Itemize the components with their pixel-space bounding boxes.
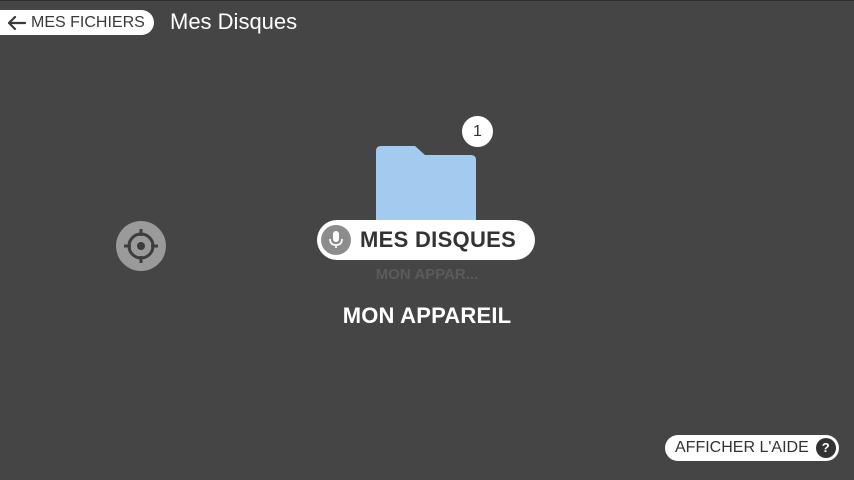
- faded-item-label: MON APPAR...: [375, 266, 479, 283]
- folder-icon[interactable]: [375, 144, 477, 224]
- device-item-label[interactable]: MON APPAREIL: [300, 303, 554, 329]
- item-count-badge: 1: [462, 116, 493, 147]
- page-title: Mes Disques: [170, 9, 298, 34]
- crosshair-icon[interactable]: [116, 221, 166, 271]
- back-button[interactable]: MES FICHIERS: [0, 10, 154, 35]
- focused-item-label: MES DISQUES: [360, 227, 517, 252]
- back-button-label: MES FICHIERS: [31, 13, 145, 31]
- arrow-left-icon: [7, 15, 27, 30]
- question-icon: ?: [815, 438, 836, 458]
- focused-item-label-pill[interactable]: MES DISQUES: [317, 220, 535, 260]
- show-help-label: AFFICHER L'AIDE: [675, 439, 809, 456]
- show-help-button[interactable]: AFFICHER L'AIDE ?: [665, 435, 839, 461]
- microphone-icon[interactable]: [321, 225, 351, 255]
- top-border: [0, 0, 854, 1]
